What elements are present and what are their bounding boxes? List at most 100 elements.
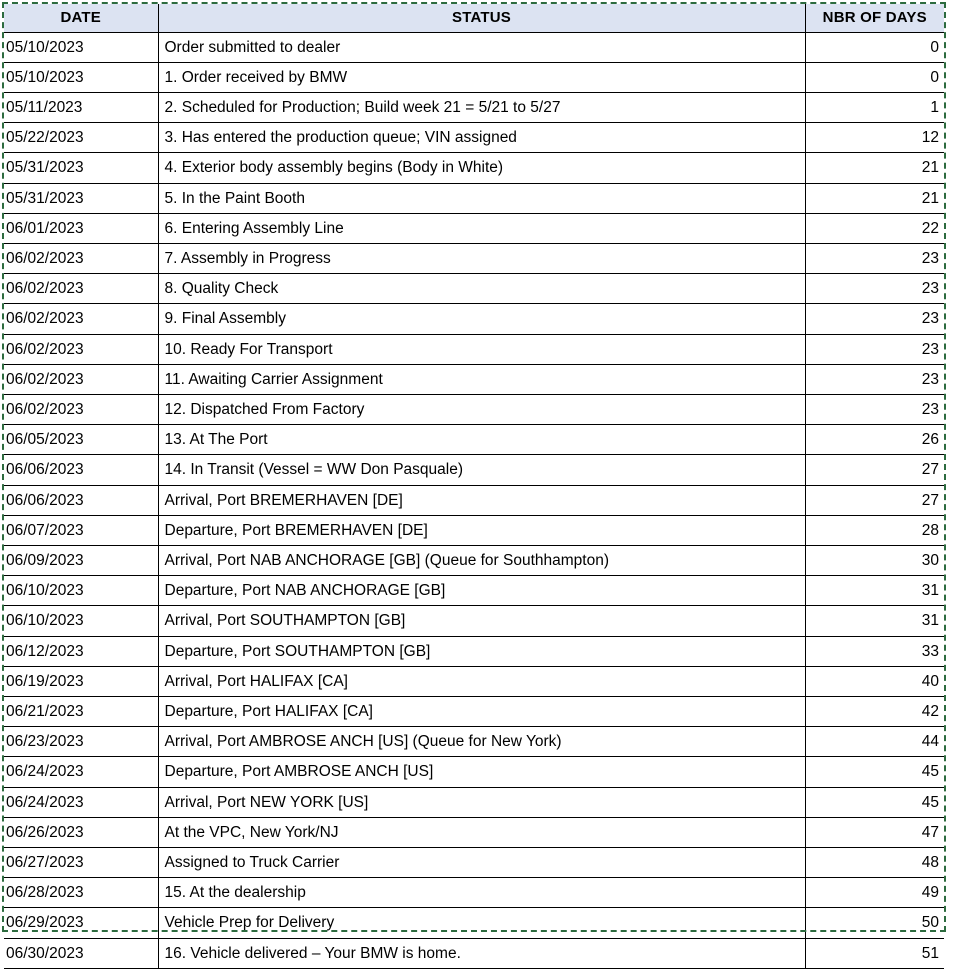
table-row[interactable]: 06/02/2023 11. Awaiting Carrier Assignmen… bbox=[4, 364, 944, 395]
cell-nbr-of-days[interactable]: 26 bbox=[805, 424, 944, 456]
cell-nbr-of-days[interactable]: 0 bbox=[805, 62, 944, 93]
cell-nbr-of-days[interactable]: 21 bbox=[805, 183, 944, 214]
cell-status[interactable]: Arrival, Port SOUTHAMPTON [GB] bbox=[158, 605, 806, 637]
cell-status[interactable]: Departure, Port HALIFAX [CA] bbox=[158, 696, 806, 728]
table-row[interactable]: 06/05/2023 13. At The Port 26 bbox=[4, 424, 944, 456]
cell-nbr-of-days[interactable]: 33 bbox=[805, 636, 944, 667]
cell-date[interactable]: 06/12/2023 bbox=[4, 636, 159, 667]
table-row[interactable]: 06/24/2023 Arrival, Port NEW YORK [US] 45 bbox=[4, 787, 944, 818]
cell-nbr-of-days[interactable]: 51 bbox=[805, 938, 944, 969]
column-header-status[interactable]: STATUS bbox=[158, 4, 806, 33]
cell-date[interactable]: 06/10/2023 bbox=[4, 575, 159, 607]
spreadsheet-sheet[interactable]: DATE STATUS NBR OF DAYS 05/10/2023 Order … bbox=[4, 4, 944, 969]
cell-date[interactable]: 06/02/2023 bbox=[4, 394, 159, 426]
cell-nbr-of-days[interactable]: 45 bbox=[805, 787, 944, 818]
table-row[interactable]: 06/02/2023 10. Ready For Transport 23 bbox=[4, 334, 944, 365]
cell-nbr-of-days[interactable]: 27 bbox=[805, 485, 944, 516]
table-row[interactable]: 06/27/2023 Assigned to Truck Carrier 48 bbox=[4, 847, 944, 879]
column-header-date[interactable]: DATE bbox=[4, 4, 159, 33]
order-status-table[interactable]: DATE STATUS NBR OF DAYS 05/10/2023 Order … bbox=[4, 4, 944, 969]
cell-status[interactable]: 7. Assembly in Progress bbox=[158, 243, 806, 275]
cell-date[interactable]: 06/09/2023 bbox=[4, 545, 159, 577]
cell-status[interactable]: 11. Awaiting Carrier Assignment bbox=[158, 364, 806, 395]
cell-nbr-of-days[interactable]: 31 bbox=[805, 575, 944, 607]
cell-status[interactable]: Arrival, Port NEW YORK [US] bbox=[158, 787, 806, 818]
table-row[interactable]: 06/07/2023 Departure, Port BREMERHAVEN [D… bbox=[4, 515, 944, 546]
cell-status[interactable]: Assigned to Truck Carrier bbox=[158, 847, 806, 879]
cell-nbr-of-days[interactable]: 23 bbox=[805, 243, 944, 275]
table-row[interactable]: 06/24/2023 Departure, Port AMBROSE ANCH [… bbox=[4, 756, 944, 788]
cell-nbr-of-days[interactable]: 44 bbox=[805, 726, 944, 758]
cell-nbr-of-days[interactable]: 23 bbox=[805, 364, 944, 395]
cell-status[interactable]: 5. In the Paint Booth bbox=[158, 183, 806, 214]
cell-status[interactable]: Departure, Port AMBROSE ANCH [US] bbox=[158, 756, 806, 788]
cell-date[interactable]: 06/02/2023 bbox=[4, 334, 159, 365]
cell-nbr-of-days[interactable]: 40 bbox=[805, 666, 944, 697]
cell-date[interactable]: 06/26/2023 bbox=[4, 817, 159, 848]
cell-nbr-of-days[interactable]: 30 bbox=[805, 545, 944, 577]
cell-nbr-of-days[interactable]: 23 bbox=[805, 303, 944, 335]
cell-nbr-of-days[interactable]: 45 bbox=[805, 756, 944, 788]
cell-status[interactable]: 8. Quality Check bbox=[158, 273, 806, 305]
cell-date[interactable]: 06/02/2023 bbox=[4, 273, 159, 305]
cell-nbr-of-days[interactable]: 48 bbox=[805, 847, 944, 879]
cell-date[interactable]: 06/02/2023 bbox=[4, 364, 159, 395]
table-row[interactable]: 06/26/2023 At the VPC, New York/NJ 47 bbox=[4, 817, 944, 848]
table-row[interactable]: 06/12/2023 Departure, Port SOUTHAMPTON [G… bbox=[4, 636, 944, 667]
cell-status[interactable]: At the VPC, New York/NJ bbox=[158, 817, 806, 848]
cell-status[interactable]: Arrival, Port BREMERHAVEN [DE] bbox=[158, 485, 806, 516]
table-row[interactable]: 06/02/2023 9. Final Assembly 23 bbox=[4, 303, 944, 335]
cell-date[interactable]: 06/23/2023 bbox=[4, 726, 159, 758]
table-row[interactable]: 06/21/2023 Departure, Port HALIFAX [CA] 42 bbox=[4, 696, 944, 728]
cell-status[interactable]: Arrival, Port AMBROSE ANCH [US] (Queue f… bbox=[158, 726, 806, 758]
table-row[interactable]: 06/06/2023 14. In Transit (Vessel = WW Do… bbox=[4, 454, 944, 486]
table-row[interactable]: 06/10/2023 Arrival, Port SOUTHAMPTON [GB]… bbox=[4, 605, 944, 637]
cell-nbr-of-days[interactable]: 22 bbox=[805, 213, 944, 244]
cell-nbr-of-days[interactable]: 1 bbox=[805, 92, 944, 124]
cell-date[interactable]: 06/06/2023 bbox=[4, 454, 159, 486]
cell-date[interactable]: 06/01/2023 bbox=[4, 213, 159, 244]
table-row[interactable]: 06/29/2023 Vehicle Prep for Delivery 50 bbox=[4, 907, 944, 939]
table-row[interactable]: 06/19/2023 Arrival, Port HALIFAX [CA] 40 bbox=[4, 666, 944, 697]
cell-status[interactable]: 10. Ready For Transport bbox=[158, 334, 806, 365]
cell-date[interactable]: 06/28/2023 bbox=[4, 877, 159, 909]
table-row[interactable]: 05/31/2023 5. In the Paint Booth 21 bbox=[4, 183, 944, 214]
cell-date[interactable]: 05/10/2023 bbox=[4, 62, 159, 93]
table-row[interactable]: 05/10/2023 1. Order received by BMW 0 bbox=[4, 62, 944, 93]
cell-date[interactable]: 06/24/2023 bbox=[4, 787, 159, 818]
table-row[interactable]: 05/11/2023 2. Scheduled for Production; B… bbox=[4, 92, 944, 124]
table-row[interactable]: 05/22/2023 3. Has entered the production … bbox=[4, 122, 944, 154]
cell-nbr-of-days[interactable]: 23 bbox=[805, 273, 944, 305]
cell-date[interactable]: 06/21/2023 bbox=[4, 696, 159, 728]
cell-nbr-of-days[interactable]: 21 bbox=[805, 152, 944, 184]
cell-date[interactable]: 06/07/2023 bbox=[4, 515, 159, 546]
cell-status[interactable]: 1. Order received by BMW bbox=[158, 62, 806, 93]
cell-date[interactable]: 05/10/2023 bbox=[4, 32, 159, 63]
table-row[interactable]: 06/30/2023 16. Vehicle delivered – Your B… bbox=[4, 938, 944, 969]
cell-status[interactable]: Arrival, Port NAB ANCHORAGE [GB] (Queue … bbox=[158, 545, 806, 577]
cell-date[interactable]: 05/22/2023 bbox=[4, 122, 159, 154]
cell-date[interactable]: 06/30/2023 bbox=[4, 938, 159, 969]
cell-status[interactable]: 15. At the dealership bbox=[158, 877, 806, 909]
table-row[interactable]: 06/28/2023 15. At the dealership 49 bbox=[4, 877, 944, 909]
cell-nbr-of-days[interactable]: 12 bbox=[805, 122, 944, 154]
cell-nbr-of-days[interactable]: 49 bbox=[805, 877, 944, 909]
cell-date[interactable]: 05/11/2023 bbox=[4, 92, 159, 124]
cell-status[interactable]: Departure, Port NAB ANCHORAGE [GB] bbox=[158, 575, 806, 607]
cell-status[interactable]: 9. Final Assembly bbox=[158, 303, 806, 335]
table-row[interactable]: 06/09/2023 Arrival, Port NAB ANCHORAGE [G… bbox=[4, 545, 944, 577]
cell-status[interactable]: 12. Dispatched From Factory bbox=[158, 394, 806, 426]
cell-nbr-of-days[interactable]: 50 bbox=[805, 907, 944, 939]
cell-nbr-of-days[interactable]: 27 bbox=[805, 454, 944, 486]
table-row[interactable]: 06/23/2023 Arrival, Port AMBROSE ANCH [US… bbox=[4, 726, 944, 758]
cell-date[interactable]: 05/31/2023 bbox=[4, 183, 159, 214]
cell-date[interactable]: 06/05/2023 bbox=[4, 424, 159, 456]
cell-status[interactable]: Departure, Port BREMERHAVEN [DE] bbox=[158, 515, 806, 546]
table-row[interactable]: 06/02/2023 12. Dispatched From Factory 23 bbox=[4, 394, 944, 426]
cell-date[interactable]: 06/29/2023 bbox=[4, 907, 159, 939]
table-row[interactable]: 06/10/2023 Departure, Port NAB ANCHORAGE … bbox=[4, 575, 944, 607]
cell-status[interactable]: 2. Scheduled for Production; Build week … bbox=[158, 92, 806, 124]
table-row[interactable]: 06/06/2023 Arrival, Port BREMERHAVEN [DE]… bbox=[4, 485, 944, 516]
table-row[interactable]: 06/02/2023 7. Assembly in Progress 23 bbox=[4, 243, 944, 275]
table-row[interactable]: 05/31/2023 4. Exterior body assembly begi… bbox=[4, 152, 944, 184]
